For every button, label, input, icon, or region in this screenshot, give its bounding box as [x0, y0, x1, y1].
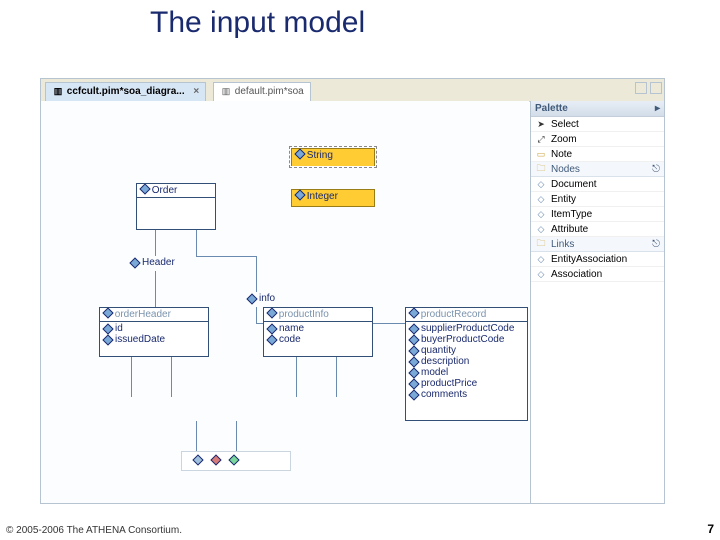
- entity-icon: [139, 183, 150, 194]
- entity-icon: [102, 307, 113, 318]
- edge: [196, 421, 197, 451]
- entity-icon: [266, 307, 277, 318]
- diamond-icon: [228, 454, 239, 465]
- edge: [196, 256, 256, 257]
- node-faded[interactable]: [181, 451, 291, 471]
- node-productinfo[interactable]: productInfo name code: [263, 307, 373, 357]
- tab-icon: ▥: [52, 85, 64, 97]
- node-order-label: Order: [152, 185, 178, 196]
- palette-item-itemtype[interactable]: ◇ ItemType: [531, 207, 664, 222]
- label-header[interactable]: Header: [131, 257, 175, 268]
- tab-icon: ▥: [220, 85, 232, 97]
- entity-icon: [408, 307, 419, 318]
- chevron-right-icon[interactable]: ▸: [655, 103, 660, 114]
- attribute-icon: [408, 345, 419, 356]
- palette-item-entityassociation[interactable]: ◇ EntityAssociation: [531, 252, 664, 267]
- attribute-icon: [408, 356, 419, 367]
- edge: [336, 357, 337, 397]
- tab-inactive[interactable]: ▥ default.pim*soa: [213, 82, 311, 101]
- edge: [256, 307, 257, 323]
- attribute-icon: [408, 367, 419, 378]
- entity-icon: ◇: [535, 193, 547, 205]
- attribute-icon: [102, 323, 113, 334]
- palette-panel: Palette ▸ ➤ Select ⤢ Zoom ▭ Note 🗀 Nodes…: [530, 101, 664, 503]
- attribute-icon: [102, 334, 113, 345]
- attribute-icon: [408, 334, 419, 345]
- document-icon: ◇: [535, 178, 547, 190]
- palette-tool-zoom[interactable]: ⤢ Zoom: [531, 132, 664, 147]
- slide-title: The input model: [150, 6, 365, 40]
- node-orderheader[interactable]: orderHeader id issuedDate: [99, 307, 209, 357]
- tab-active[interactable]: ▥ ccfcult.pim*soa_diagra... ×: [45, 82, 206, 101]
- palette-tool-select[interactable]: ➤ Select: [531, 117, 664, 132]
- folder-icon: 🗀: [535, 163, 547, 175]
- palette-group-links[interactable]: 🗀 Links ⎋: [531, 237, 664, 252]
- link-icon: ◇: [535, 253, 547, 265]
- node-productrecord-label: productRecord: [421, 309, 487, 320]
- diagram-canvas[interactable]: String Integer Order: [41, 101, 529, 503]
- node-order[interactable]: Order: [136, 183, 216, 230]
- pin-icon[interactable]: ⎋: [652, 164, 660, 175]
- note-icon: ▭: [535, 148, 547, 160]
- edge: [236, 421, 237, 451]
- attribute-icon: [246, 293, 257, 304]
- editor-window: ▥ ccfcult.pim*soa_diagra... × ▥ default.…: [40, 78, 665, 504]
- node-integer[interactable]: Integer: [291, 189, 375, 207]
- diamond-icon: [210, 454, 221, 465]
- edge: [155, 271, 156, 307]
- palette-item-attribute[interactable]: ◇ Attribute: [531, 222, 664, 237]
- palette-title: Palette ▸: [531, 101, 664, 117]
- palette-item-association[interactable]: ◇ Association: [531, 267, 664, 282]
- datatype-icon: [294, 189, 305, 200]
- cursor-icon: ➤: [535, 118, 547, 130]
- node-string-label: String: [307, 150, 333, 161]
- tab-bar: ▥ ccfcult.pim*soa_diagra... × ▥ default.…: [41, 79, 664, 102]
- folder-icon: 🗀: [535, 238, 547, 250]
- node-integer-label: Integer: [307, 191, 338, 202]
- edge: [155, 230, 156, 256]
- node-productinfo-label: productInfo: [279, 309, 329, 320]
- tab-active-label: ccfcult.pim*soa_diagra...: [67, 86, 185, 97]
- close-icon[interactable]: ×: [193, 86, 199, 97]
- zoom-icon: ⤢: [535, 133, 547, 145]
- attribute-icon: ◇: [535, 223, 547, 235]
- diamond-icon: [192, 454, 203, 465]
- link-icon: ◇: [535, 268, 547, 280]
- node-orderheader-label: orderHeader: [115, 309, 171, 320]
- attribute-icon: [408, 389, 419, 400]
- attribute-icon: [408, 323, 419, 334]
- attribute-icon: [129, 257, 140, 268]
- edge: [196, 230, 197, 256]
- palette-item-document[interactable]: ◇ Document: [531, 177, 664, 192]
- datatype-icon: [294, 148, 305, 159]
- palette-tool-note[interactable]: ▭ Note: [531, 147, 664, 162]
- edge: [256, 256, 257, 292]
- palette-group-nodes[interactable]: 🗀 Nodes ⎋: [531, 162, 664, 177]
- maximize-icon[interactable]: [650, 82, 662, 94]
- footer-copyright: © 2005-2006 The ATHENA Consortium.: [6, 525, 182, 536]
- edge: [171, 357, 172, 397]
- node-string[interactable]: String: [291, 148, 375, 166]
- edge: [131, 357, 132, 397]
- edge: [296, 357, 297, 397]
- attribute-icon: [266, 334, 277, 345]
- attribute-icon: [408, 378, 419, 389]
- node-productrecord[interactable]: productRecord supplierProductCode buyerP…: [405, 307, 528, 421]
- attribute-icon: [266, 323, 277, 334]
- page-number: 7: [707, 522, 714, 536]
- window-controls[interactable]: [635, 82, 662, 94]
- pin-icon[interactable]: ⎋: [652, 239, 660, 250]
- label-info[interactable]: info: [248, 293, 275, 304]
- itemtype-icon: ◇: [535, 208, 547, 220]
- tab-inactive-label: default.pim*soa: [235, 86, 304, 97]
- minimize-icon[interactable]: [635, 82, 647, 94]
- palette-item-entity[interactable]: ◇ Entity: [531, 192, 664, 207]
